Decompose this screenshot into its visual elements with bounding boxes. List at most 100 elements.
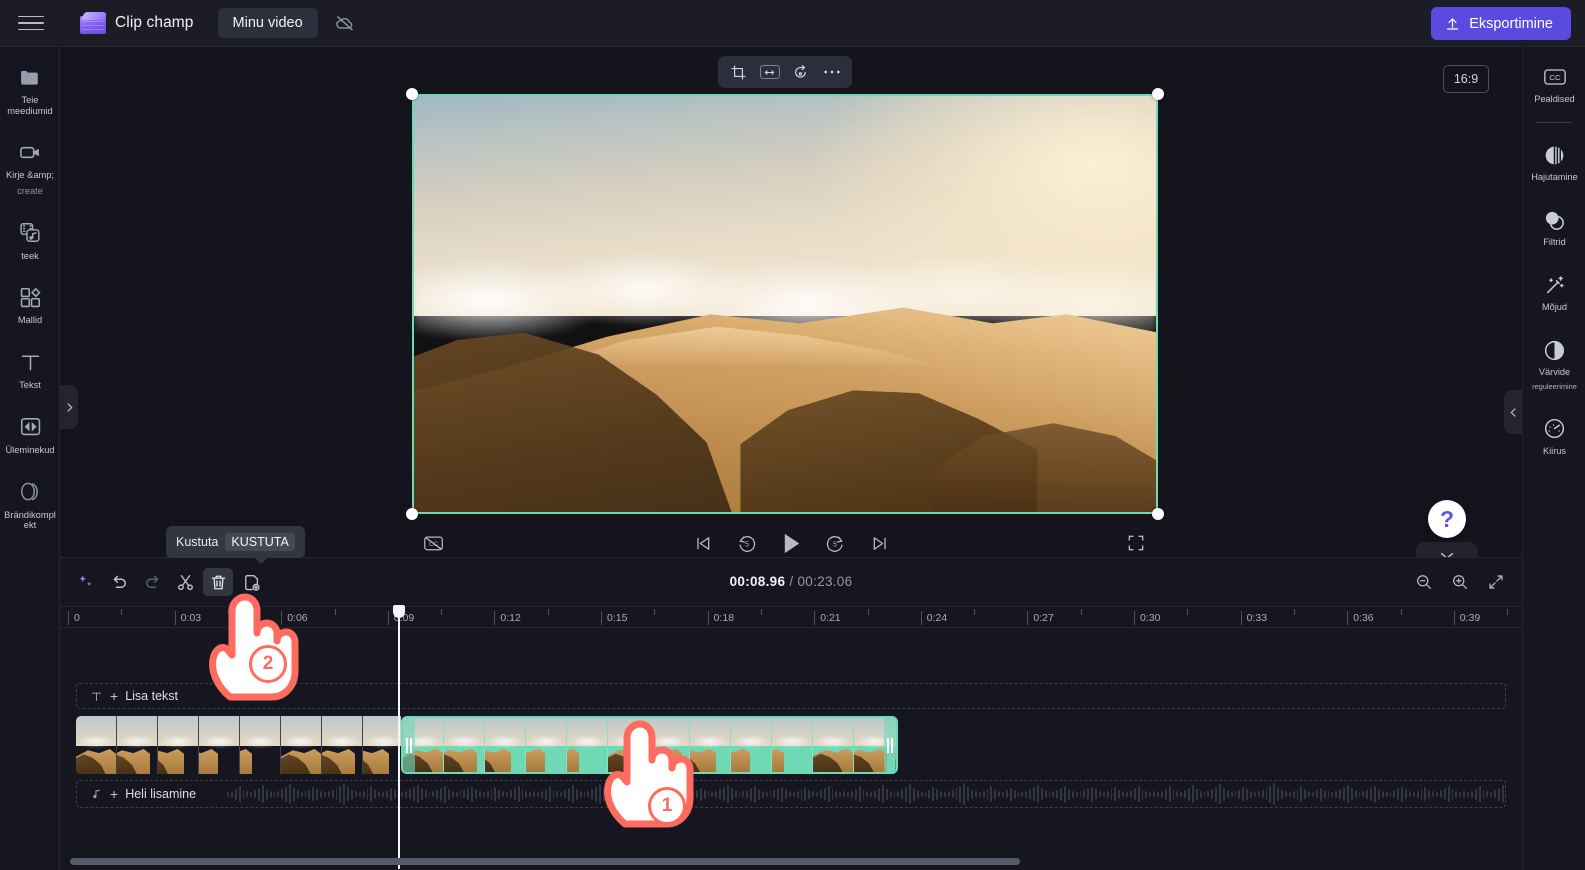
sidebar-item-media[interactable]: Teie meediumid: [0, 55, 60, 123]
fit-button[interactable]: [756, 60, 783, 84]
timeline-ruler[interactable]: 00:030:060:090:120:150:180:210:240:270:3…: [60, 606, 1522, 628]
timeline-panel: 00:08.96 / 00:23.06: [60, 557, 1522, 870]
sidebar-item-record-create[interactable]: Kirje &amp; create: [0, 130, 60, 203]
video-preview-wrapper: [412, 94, 1158, 514]
waveform-bar: [595, 787, 597, 802]
waveform-bar: [479, 791, 481, 797]
waveform-bar: [587, 791, 589, 797]
waveform-bar: [1459, 792, 1461, 797]
fit-timeline-icon: [1487, 573, 1505, 591]
waveform-bar: [874, 790, 876, 798]
waveform-bar: [824, 788, 826, 800]
add-text-track[interactable]: + Lisa tekst: [76, 683, 1506, 709]
left-sidebar-collapse-button[interactable]: [60, 385, 78, 429]
right-label-fade: Hajutamine: [1531, 172, 1577, 182]
waveform-bar: [948, 791, 950, 797]
playhead-knob[interactable]: [393, 605, 405, 618]
filmstrip-frame: [731, 718, 772, 772]
right-label-captions: Pealdised: [1534, 94, 1574, 104]
waveform-bar: [990, 786, 992, 802]
video-preview-selected[interactable]: [412, 94, 1158, 514]
waveform-bar: [611, 792, 613, 797]
selection-handle-top-right[interactable]: [1152, 88, 1164, 100]
video-clip-unselected[interactable]: [76, 716, 401, 774]
brand-logo-group[interactable]: Clip champ: [80, 12, 194, 34]
sidebar-item-library[interactable]: teek: [0, 211, 60, 269]
right-item-filters[interactable]: Filtrid: [1523, 200, 1585, 253]
right-sidebar-collapse-button[interactable]: [1504, 390, 1522, 434]
waveform-bar: [944, 792, 946, 797]
timeline-playhead[interactable]: [398, 605, 400, 869]
selection-handle-bottom-left[interactable]: [406, 508, 418, 520]
waveform-bar: [1250, 791, 1252, 798]
video-clip-selected[interactable]: [401, 716, 898, 774]
waveform-bar: [1316, 790, 1318, 798]
trim-handle-right[interactable]: [884, 718, 896, 772]
forward-5-seconds-button[interactable]: 5: [821, 529, 849, 557]
export-button[interactable]: Eksportimine: [1431, 7, 1571, 40]
fit-to-timeline-button[interactable]: [1484, 570, 1508, 594]
waveform-bar: [808, 790, 810, 799]
time-readout: 00:08.96 / 00:23.06: [60, 574, 1522, 589]
project-name-chip[interactable]: Minu video: [218, 8, 318, 38]
play-button[interactable]: [777, 529, 805, 557]
right-item-speed[interactable]: Kiirus: [1523, 409, 1585, 462]
waveform-bar: [277, 791, 279, 797]
waveform-bar: [979, 792, 981, 797]
selection-handle-bottom-right[interactable]: [1152, 508, 1164, 520]
waveform-bar: [421, 788, 423, 800]
help-button[interactable]: ?: [1428, 500, 1466, 538]
waveform-bar: [897, 791, 899, 797]
timeline-horizontal-scrollbar[interactable]: [70, 858, 1020, 865]
right-item-effects[interactable]: Mõjud: [1523, 265, 1585, 318]
waveform-bar: [952, 790, 954, 798]
waveform-bar: [1242, 787, 1244, 801]
skip-to-end-button[interactable]: [865, 529, 893, 557]
rewind-5-seconds-button[interactable]: 5: [733, 529, 761, 557]
sidebar-item-templates[interactable]: Mallid: [0, 275, 60, 333]
right-label-effects: Mõjud: [1542, 302, 1567, 312]
zoom-out-button[interactable]: [1412, 570, 1436, 594]
add-audio-track[interactable]: + Heli lisamine: [76, 780, 1506, 808]
waveform-bar: [1308, 791, 1310, 797]
rotate-button[interactable]: [787, 60, 814, 84]
sidebar-item-brand-kit[interactable]: Brändikomplekt: [0, 470, 60, 538]
cloud-off-icon[interactable]: [328, 8, 362, 38]
filmstrip-frame: [322, 716, 363, 774]
right-item-captions[interactable]: CC Pealdised: [1523, 57, 1585, 110]
zoom-in-button[interactable]: [1448, 570, 1472, 594]
selection-handle-top-left[interactable]: [406, 88, 418, 100]
crop-button[interactable]: [725, 60, 752, 84]
video-camera-icon: [17, 139, 43, 165]
waveform-bar: [866, 791, 868, 797]
sidebar-item-text[interactable]: Tekst: [0, 340, 60, 398]
upload-arrow-icon: [1445, 16, 1460, 32]
waveform-bar: [1351, 788, 1353, 800]
waveform-bar: [1056, 790, 1058, 799]
timeline-toolbar: 00:08.96 / 00:23.06: [60, 558, 1522, 606]
waveform-bar: [816, 792, 818, 797]
right-item-fade[interactable]: Hajutamine: [1523, 135, 1585, 188]
filmstrip-frame: [444, 718, 485, 772]
sidebar-item-transitions[interactable]: Üleminekud: [0, 405, 60, 463]
waveform-bar: [1111, 789, 1113, 800]
rotate-icon: [792, 64, 809, 81]
waveform-bar: [429, 792, 431, 797]
waveform-bar: [440, 788, 442, 801]
fullscreen-button[interactable]: [1123, 530, 1149, 556]
waveform-bar: [1347, 785, 1349, 803]
step-badge-1: 1: [648, 787, 686, 825]
more-options-button[interactable]: [818, 60, 845, 84]
skip-previous-icon: [694, 534, 713, 553]
skip-to-start-button[interactable]: [689, 529, 717, 557]
waveform-bar: [401, 792, 403, 797]
music-note-icon: [90, 788, 103, 801]
hamburger-icon[interactable]: [18, 10, 44, 36]
trim-handle-left[interactable]: [403, 718, 415, 772]
aspect-ratio-badge[interactable]: 16:9: [1443, 65, 1489, 93]
right-item-color-adjust[interactable]: Värvide reguleerimine: [1523, 330, 1585, 396]
waveform-bar: [591, 789, 593, 799]
ruler-label: 0:15: [601, 611, 627, 625]
waveform-bar: [1378, 789, 1380, 800]
waveform-bar: [1359, 792, 1361, 797]
